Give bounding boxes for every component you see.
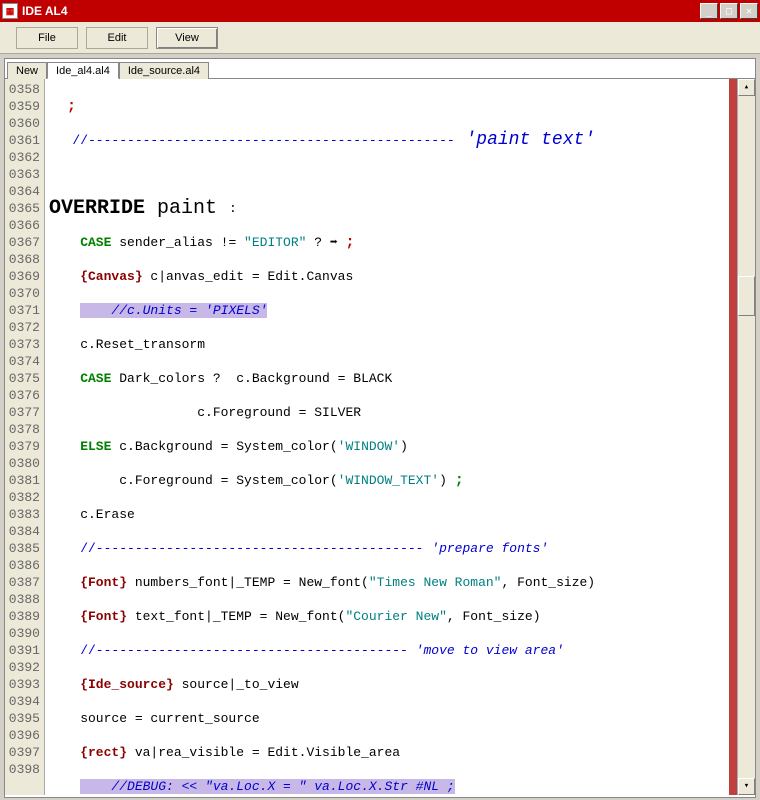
code-line[interactable]: {rect} va|rea_visible = Edit.Visible_are… [49, 744, 755, 761]
line-number: 0359 [5, 98, 40, 115]
code-line[interactable]: {Font} numbers_font|_TEMP = New_font("Ti… [49, 574, 755, 591]
arrow-icon: ➡ [330, 234, 338, 251]
close-button[interactable]: ✕ [740, 3, 758, 19]
line-number: 0361 [5, 132, 40, 149]
line-number: 0358 [5, 81, 40, 98]
line-number: 0368 [5, 251, 40, 268]
code-line[interactable]: CASE Dark_colors ? c.Background = BLACK [49, 370, 755, 387]
code-line[interactable]: //--------------------------------------… [49, 540, 755, 557]
code-line[interactable] [49, 166, 755, 183]
code-line[interactable]: ELSE c.Background = System_color('WINDOW… [49, 438, 755, 455]
line-number: 0395 [5, 710, 40, 727]
code-line[interactable]: {Canvas} c|anvas_edit = Edit.Canvas [49, 268, 755, 285]
scroll-thumb[interactable] [738, 276, 755, 316]
line-number: 0363 [5, 166, 40, 183]
line-number: 0366 [5, 217, 40, 234]
line-number: 0396 [5, 727, 40, 744]
line-number: 0378 [5, 421, 40, 438]
scroll-down-button[interactable]: ▾ [738, 778, 755, 795]
line-number: 0374 [5, 353, 40, 370]
line-number: 0364 [5, 183, 40, 200]
editor-panel: New Ide_al4.al4 Ide_source.al4 035803590… [4, 58, 756, 798]
line-number: 0384 [5, 523, 40, 540]
code-line[interactable]: source = current_source [49, 710, 755, 727]
code-line[interactable]: CASE sender_alias != "EDITOR" ? ➡ ; [49, 234, 755, 251]
line-number: 0376 [5, 387, 40, 404]
tab-ide-source[interactable]: Ide_source.al4 [119, 62, 209, 79]
code-line[interactable]: //c.Units = 'PIXELS' [49, 302, 755, 319]
code-area[interactable]: ; //------------------------------------… [45, 79, 755, 795]
code-editor[interactable]: 0358035903600361036203630364036503660367… [5, 79, 755, 795]
line-number: 0381 [5, 472, 40, 489]
tab-ide-al4[interactable]: Ide_al4.al4 [47, 62, 119, 79]
line-number: 0394 [5, 693, 40, 710]
line-number: 0360 [5, 115, 40, 132]
code-line[interactable]: //DEBUG: << "va.Loc.X = " va.Loc.X.Str #… [49, 778, 755, 795]
line-number: 0387 [5, 574, 40, 591]
code-line[interactable]: //--------------------------------------… [49, 132, 755, 149]
code-line[interactable]: c.Erase [49, 506, 755, 523]
line-number: 0372 [5, 319, 40, 336]
code-line[interactable]: OVERRIDE paint : [49, 200, 755, 217]
code-line[interactable]: {Ide_source} source|_to_view [49, 676, 755, 693]
window-buttons: _ □ ✕ [700, 3, 758, 19]
overview-ruler [729, 79, 737, 795]
line-number: 0393 [5, 676, 40, 693]
line-number: 0373 [5, 336, 40, 353]
line-number: 0392 [5, 659, 40, 676]
line-number: 0382 [5, 489, 40, 506]
minimize-button[interactable]: _ [700, 3, 718, 19]
line-number: 0371 [5, 302, 40, 319]
line-number: 0362 [5, 149, 40, 166]
line-number: 0390 [5, 625, 40, 642]
line-number: 0375 [5, 370, 40, 387]
line-number: 0385 [5, 540, 40, 557]
menu-edit[interactable]: Edit [86, 27, 148, 49]
line-number: 0379 [5, 438, 40, 455]
line-number: 0388 [5, 591, 40, 608]
line-number-gutter: 0358035903600361036203630364036503660367… [5, 79, 45, 795]
scroll-up-button[interactable]: ▴ [738, 79, 755, 96]
menu-bar: File Edit View [0, 22, 760, 54]
line-number: 0380 [5, 455, 40, 472]
window-titlebar: ▦ IDE AL4 _ □ ✕ [0, 0, 760, 22]
vertical-scrollbar[interactable]: ▴ ▾ [737, 79, 755, 795]
app-icon: ▦ [2, 3, 18, 19]
code-line[interactable]: ; [49, 98, 755, 115]
tab-new[interactable]: New [7, 62, 47, 79]
line-number: 0365 [5, 200, 40, 217]
line-number: 0398 [5, 761, 40, 778]
line-number: 0367 [5, 234, 40, 251]
tab-bar: New Ide_al4.al4 Ide_source.al4 [5, 59, 755, 79]
code-line[interactable]: //--------------------------------------… [49, 642, 755, 659]
window-title: IDE AL4 [22, 4, 700, 18]
maximize-button[interactable]: □ [720, 3, 738, 19]
menu-view[interactable]: View [156, 27, 218, 49]
line-number: 0383 [5, 506, 40, 523]
code-line[interactable]: c.Reset_transorm [49, 336, 755, 353]
line-number: 0386 [5, 557, 40, 574]
menu-file[interactable]: File [16, 27, 78, 49]
line-number: 0369 [5, 268, 40, 285]
line-number: 0397 [5, 744, 40, 761]
line-number: 0391 [5, 642, 40, 659]
code-line[interactable]: {Font} text_font|_TEMP = New_font("Couri… [49, 608, 755, 625]
line-number: 0389 [5, 608, 40, 625]
code-line[interactable]: c.Foreground = SILVER [49, 404, 755, 421]
code-line[interactable]: c.Foreground = System_color('WINDOW_TEXT… [49, 472, 755, 489]
line-number: 0377 [5, 404, 40, 421]
line-number: 0370 [5, 285, 40, 302]
